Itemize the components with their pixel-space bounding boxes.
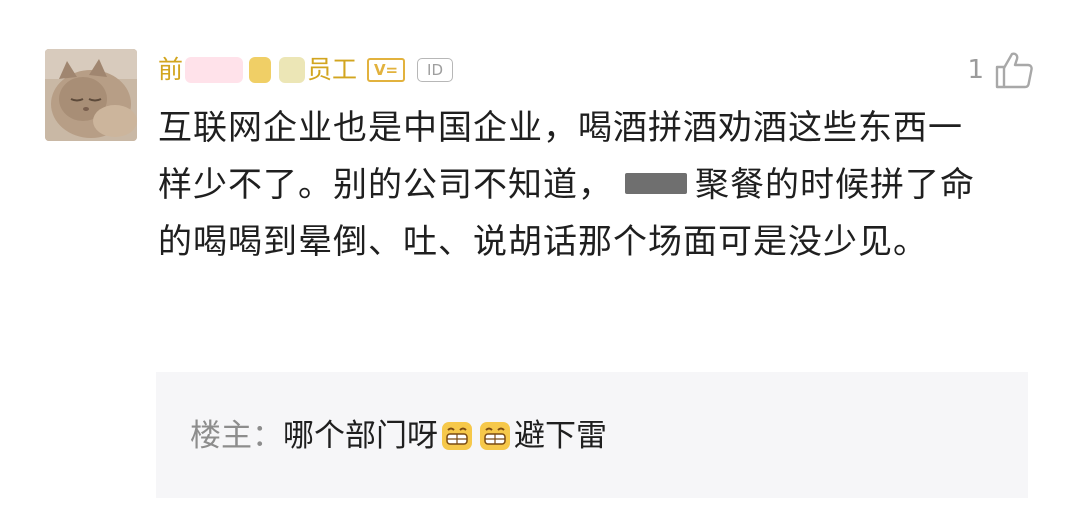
- comment-item: 前 员工 V= ID 1 互联网企业也是中国企业，喝酒拼酒劝酒这些东西一样少不了…: [0, 0, 1080, 523]
- id-badge-icon: ID: [417, 58, 454, 82]
- author-name-start[interactable]: 前: [158, 52, 183, 88]
- thumbs-up-icon: [995, 52, 1033, 89]
- author-name-end[interactable]: 员工: [307, 52, 357, 88]
- grin-emoji-icon: [442, 422, 472, 450]
- reply-text-after: 避下雷: [514, 418, 607, 454]
- grin-emoji-icon: [480, 422, 510, 450]
- comment-body: 互联网企业也是中国企业，喝酒拼酒劝酒这些东西一样少不了。别的公司不知道， 聚餐的时…: [158, 100, 978, 271]
- reply-line: 楼主： 哪个部门呀 避下雷: [190, 414, 607, 458]
- author-name-redaction: [185, 57, 306, 83]
- like-count: 1: [967, 55, 984, 85]
- redaction-block: [625, 173, 687, 194]
- avatar[interactable]: [45, 49, 137, 141]
- vip-badge-icon: V=: [367, 58, 406, 82]
- reply-author-label[interactable]: 楼主：: [190, 414, 283, 458]
- reply-text-before: 哪个部门呀: [283, 418, 438, 454]
- like-button[interactable]: 1: [967, 48, 1034, 92]
- reply-box[interactable]: 楼主： 哪个部门呀 避下雷: [156, 372, 1028, 498]
- comment-header: 前 员工 V= ID: [158, 52, 454, 88]
